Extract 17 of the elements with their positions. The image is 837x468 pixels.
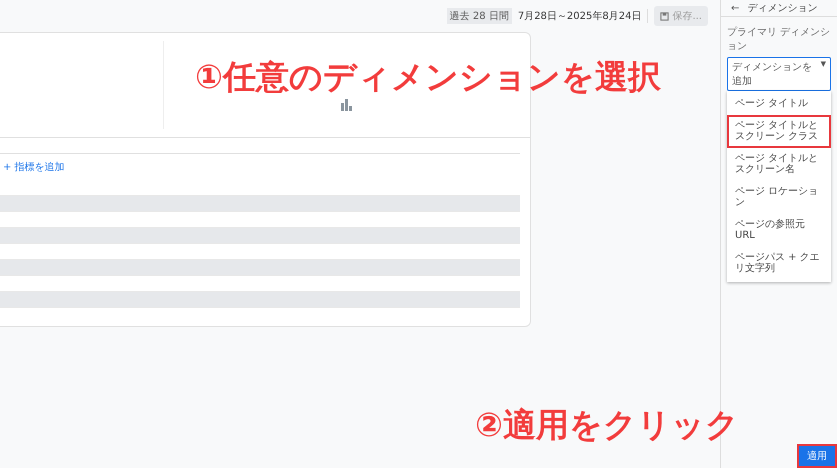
- save-icon: [660, 12, 670, 20]
- add-metric-link[interactable]: + 指標を追加: [3, 160, 65, 174]
- back-button[interactable]: ←: [731, 2, 740, 14]
- bar-chart-icon: [341, 99, 353, 111]
- dropdown-option[interactable]: ページ ロケーション: [727, 180, 831, 214]
- dropdown-option[interactable]: ページの参照元 URL: [727, 214, 831, 246]
- annotation-text: ①任意のディメンションを選択: [195, 60, 661, 93]
- dropdown-option[interactable]: ページパス + クエリ文字列: [727, 246, 831, 280]
- field-label: プライマリ ディメンション: [726, 26, 832, 54]
- dropdown-option[interactable]: ページ タイトルとスクリーン クラス: [727, 114, 831, 148]
- date-range-badge: 過去 28 日間: [446, 8, 512, 24]
- annotation-text: ②適用をクリック: [475, 408, 739, 441]
- panel-title: ディメンション: [747, 2, 818, 15]
- dropdown-option[interactable]: ページ タイトル: [727, 93, 831, 114]
- date-range[interactable]: 7月28日～2025年8月24日: [518, 9, 648, 23]
- dropdown-option[interactable]: ページ タイトルとスクリーン名: [727, 148, 831, 180]
- apply-button[interactable]: 適用: [799, 446, 835, 466]
